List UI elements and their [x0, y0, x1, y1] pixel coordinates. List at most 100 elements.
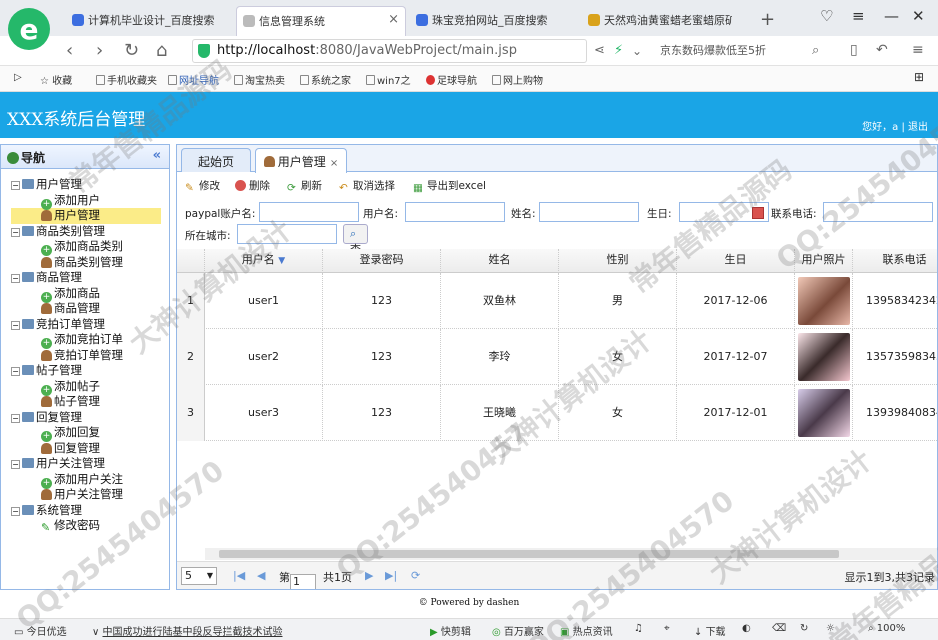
nav-group[interactable]: − 帖子管理: [11, 363, 161, 379]
nav-item[interactable]: 商品类别管理: [11, 255, 161, 271]
status-icon[interactable]: ☼: [826, 623, 835, 634]
browser-tab-active[interactable]: 信息管理系统 ×: [236, 6, 406, 36]
sidebar-toggle-icon[interactable]: ▷: [14, 72, 22, 83]
bookmark-item[interactable]: 网上购物: [492, 72, 543, 87]
search-suggestion[interactable]: 京东数码爆款低至5折: [660, 42, 766, 58]
collapse-toggle-icon[interactable]: −: [11, 413, 20, 423]
bookmark-item[interactable]: 淘宝热卖: [234, 72, 285, 87]
collapse-toggle-icon[interactable]: −: [11, 181, 20, 190]
bookmark-item[interactable]: 系统之家: [300, 72, 351, 87]
column-header[interactable]: 登录密码: [323, 249, 441, 273]
more-icon[interactable]: ≡: [912, 42, 924, 58]
share-icon[interactable]: ⋖: [594, 43, 605, 58]
nav-group[interactable]: − 用户关注管理: [11, 456, 161, 472]
nav-item[interactable]: ✎ 修改密码: [11, 518, 161, 534]
collapse-toggle-icon[interactable]: −: [11, 506, 20, 516]
browser-tab[interactable]: 计算机毕业设计_百度搜索: [66, 6, 234, 36]
back-icon[interactable]: ‹: [66, 40, 73, 61]
home-icon[interactable]: ⌂: [156, 40, 167, 61]
collapse-toggle-icon[interactable]: −: [11, 460, 20, 469]
nav-item[interactable]: + 添加回复: [11, 425, 161, 442]
logout-link[interactable]: 退出: [908, 122, 928, 133]
name-input[interactable]: [539, 202, 639, 222]
minimize-icon[interactable]: —: [884, 7, 899, 25]
column-header[interactable]: 用户名 ▼: [205, 249, 323, 273]
bookmark-item[interactable]: ☆ 收藏: [40, 72, 72, 87]
bookmark-item[interactable]: 手机收藏夹: [96, 72, 157, 87]
nav-group[interactable]: − 商品类别管理: [11, 224, 161, 240]
status-item[interactable]: ▣ 热点资讯: [560, 623, 613, 638]
nav-item[interactable]: 商品管理: [11, 301, 161, 317]
forward-icon[interactable]: ›: [96, 40, 103, 61]
nav-item[interactable]: + 添加用户关注: [11, 472, 161, 489]
close-tab-icon[interactable]: ×: [330, 158, 338, 169]
prev-page-icon[interactable]: ◀: [257, 569, 265, 582]
phone-icon[interactable]: ▯: [850, 42, 858, 58]
status-item[interactable]: ▶ 快剪辑: [430, 623, 471, 638]
nav-item[interactable]: 用户关注管理: [11, 487, 161, 503]
collapse-toggle-icon[interactable]: −: [11, 320, 20, 330]
nav-item[interactable]: 竞拍订单管理: [11, 348, 161, 364]
status-item[interactable]: ▭ 今日优选: [14, 623, 67, 638]
last-page-icon[interactable]: ▶|: [385, 569, 397, 582]
undo-icon[interactable]: ↶: [876, 42, 888, 58]
scrollbar-thumb[interactable]: [219, 550, 839, 558]
nav-group[interactable]: − 竞拍订单管理: [11, 317, 161, 333]
nav-group[interactable]: − 回复管理: [11, 410, 161, 426]
close-tab-icon[interactable]: ×: [388, 12, 399, 27]
search-icon[interactable]: ⌕: [812, 43, 819, 58]
shirt-icon[interactable]: ♡: [820, 7, 833, 25]
nav-item[interactable]: + 添加竞拍订单: [11, 332, 161, 349]
status-icon[interactable]: ◐: [742, 623, 751, 634]
status-icon[interactable]: ↻: [800, 623, 808, 634]
page-size-select[interactable]: 5 ▼: [181, 567, 217, 585]
chevron-down-icon[interactable]: ⌄: [632, 44, 642, 58]
status-icon[interactable]: ♫: [634, 623, 643, 634]
close-window-icon[interactable]: ✕: [912, 7, 925, 25]
collapse-toggle-icon[interactable]: −: [11, 367, 20, 376]
edit-button[interactable]: ✎ 修改: [185, 178, 220, 194]
query-button[interactable]: ⌕查询: [343, 224, 368, 272]
new-tab-icon[interactable]: +: [760, 9, 775, 30]
horizontal-scrollbar[interactable]: [205, 548, 937, 560]
refresh-icon[interactable]: ⟳: [411, 569, 420, 582]
nav-item[interactable]: 帖子管理: [11, 394, 161, 410]
collapse-icon[interactable]: «: [153, 148, 161, 163]
menu-icon[interactable]: ≡: [852, 7, 865, 25]
nav-item[interactable]: + 添加商品类别: [11, 239, 161, 256]
lightning-icon[interactable]: ⚡: [614, 43, 623, 58]
nav-item[interactable]: + 添加帖子: [11, 379, 161, 396]
browser-tab[interactable]: 天然鸡油黄蜜蜡老蜜蜡原矿: [582, 6, 732, 36]
tab-user-manage[interactable]: 用户管理 ×: [255, 148, 347, 173]
column-header[interactable]: 性别: [559, 249, 677, 273]
column-header[interactable]: 生日: [677, 249, 795, 273]
calendar-icon[interactable]: [752, 207, 764, 219]
bookmark-item[interactable]: 足球导航: [426, 72, 477, 87]
birthday-input[interactable]: [679, 202, 769, 222]
refresh-button[interactable]: ⟳ 刷新: [287, 178, 322, 194]
unselect-button[interactable]: ↶ 取消选择: [339, 178, 395, 194]
column-header[interactable]: 姓名: [441, 249, 559, 273]
nav-item[interactable]: + 添加用户: [11, 193, 161, 210]
table-row[interactable]: 2 user2 123 李玲女 2017-12-07 13573598345: [177, 329, 937, 385]
delete-button[interactable]: 删除: [235, 178, 270, 193]
city-input[interactable]: [237, 224, 337, 244]
next-page-icon[interactable]: ▶: [365, 569, 373, 582]
phone-input[interactable]: [823, 202, 933, 222]
export-button[interactable]: ▦ 导出到excel: [413, 178, 486, 194]
bookmark-item[interactable]: 网址导航: [168, 72, 219, 87]
browser-tab[interactable]: 珠宝竞拍网站_百度搜索: [410, 6, 578, 36]
nav-item[interactable]: + 添加商品: [11, 286, 161, 303]
address-bar[interactable]: http://localhost:8080/JavaWebProject/mai…: [192, 39, 587, 63]
collapse-toggle-icon[interactable]: −: [11, 227, 20, 237]
grid-icon[interactable]: ⊞: [914, 70, 924, 84]
table-row[interactable]: 3 user3 123 王晓曦女 2017-12-01 13939840834: [177, 385, 937, 441]
first-page-icon[interactable]: |◀: [233, 569, 245, 582]
status-item[interactable]: ◎ 百万赢家: [492, 623, 544, 638]
table-row[interactable]: 1 user1 123 双鱼林男 2017-12-06 13958342342: [177, 273, 937, 329]
page-number-input[interactable]: 1: [290, 574, 316, 589]
tab-home[interactable]: 起始页: [181, 148, 251, 172]
status-icon[interactable]: ⌖: [664, 623, 670, 634]
news-ticker[interactable]: ∨ 中国成功进行陆基中段反导拦截技术试验: [92, 623, 283, 638]
username-input[interactable]: [405, 202, 505, 222]
